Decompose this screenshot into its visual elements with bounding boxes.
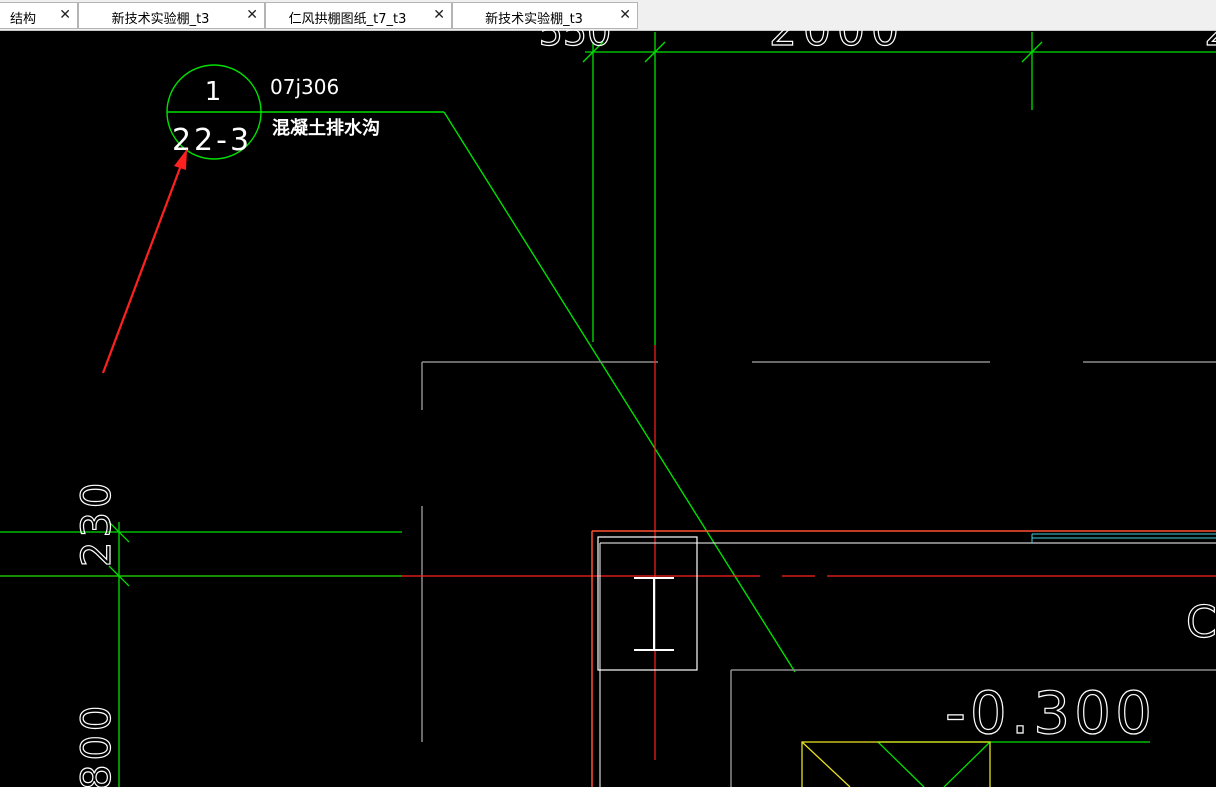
cyan-edge-lines [1031, 533, 1216, 543]
wall-outline [591, 530, 1216, 787]
detail-number: 1 [205, 77, 222, 107]
red-arrow-annotation [101, 149, 187, 374]
elevation-label: -0.300 [945, 679, 1156, 747]
dimension-text-550: 550 [539, 30, 612, 54]
detail-callout[interactable]: 1 22-3 07j306 混凝土排水沟 [166, 64, 444, 160]
close-icon[interactable]: ✕ [619, 7, 631, 23]
close-icon[interactable]: ✕ [59, 7, 71, 23]
dimension-text-2000: 2000 [769, 30, 905, 56]
dimension-text-800: 800 [74, 702, 120, 787]
tab-label: 结构 [9, 12, 36, 27]
wall-inner-outline [599, 542, 1216, 787]
reference-code: 07j306 [270, 75, 339, 99]
elevation-marker [801, 741, 1150, 787]
cad-drawing-canvas[interactable]: 550 2000 2 1 22-3 07j306 混凝土排水沟 [0, 30, 1216, 787]
left-dimension-lines [0, 521, 402, 787]
tab-experiment-shed-2[interactable]: 新技术实验棚_t3 ✕ [452, 2, 638, 29]
steel-column[interactable] [597, 536, 698, 671]
tab-bar: 结构 ✕ 新技术实验棚_t3 ✕ 仁风拱棚图纸_t7_t3 ✕ 新技术实验棚_t… [0, 0, 1216, 31]
dimension-text-230: 230 [74, 479, 120, 567]
close-icon[interactable]: ✕ [433, 7, 445, 23]
detail-sheet: 22-3 [172, 123, 252, 158]
tab-label: 新技术实验棚_t3 [111, 12, 210, 27]
tab-experiment-shed-1[interactable]: 新技术实验棚_t3 ✕ [78, 2, 265, 29]
tab-label: 新技术实验棚_t3 [485, 12, 583, 27]
diagonal-leader-line [443, 111, 796, 673]
tab-structure[interactable]: 结构 ✕ [0, 2, 78, 29]
reference-title: 混凝土排水沟 [272, 117, 380, 139]
i-beam-icon [634, 577, 674, 651]
top-dimension-lines [582, 32, 1216, 345]
partial-letter: C [1186, 597, 1216, 648]
close-icon[interactable]: ✕ [246, 7, 258, 23]
tab-label: 仁风拱棚图纸_t7_t3 [288, 12, 407, 27]
dimension-text-right: 2 [1204, 30, 1216, 56]
tab-arch-shed-drawing[interactable]: 仁风拱棚图纸_t7_t3 ✕ [265, 2, 452, 29]
